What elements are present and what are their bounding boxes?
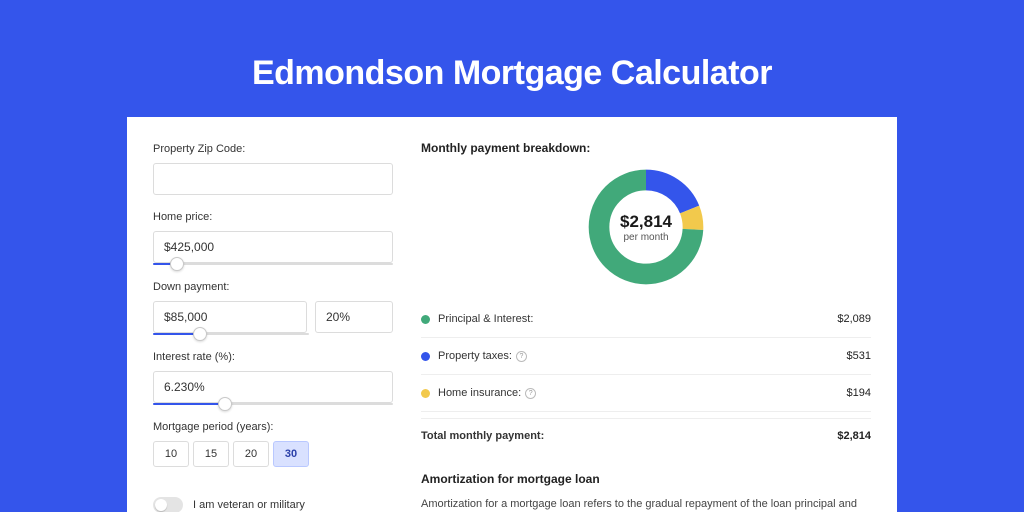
total-label: Total monthly payment: xyxy=(421,430,837,442)
period-block: Mortgage period (years): 10152030 xyxy=(153,419,393,467)
veteran-toggle[interactable] xyxy=(153,497,183,512)
period-option-10[interactable]: 10 xyxy=(153,441,189,467)
period-option-20[interactable]: 20 xyxy=(233,441,269,467)
amortization-title: Amortization for mortgage loan xyxy=(421,472,871,486)
legend-row: Principal & Interest:$2,089 xyxy=(421,303,871,335)
donut-amount: $2,814 xyxy=(620,212,672,232)
rate-slider-fill xyxy=(153,403,225,405)
down-block: Down payment: xyxy=(153,279,393,335)
legend-label: Principal & Interest: xyxy=(438,313,837,325)
donut-chart: $2,814 per month xyxy=(584,165,708,289)
inputs-panel: Property Zip Code: Home price: Down paym… xyxy=(153,141,393,512)
amortization-text: Amortization for a mortgage loan refers … xyxy=(421,496,871,512)
price-slider-thumb[interactable] xyxy=(170,257,184,271)
price-label: Home price: xyxy=(153,211,393,223)
zip-block: Property Zip Code: xyxy=(153,141,393,195)
zip-input[interactable] xyxy=(153,163,393,195)
rate-input[interactable] xyxy=(153,371,393,403)
veteran-row: I am veteran or military xyxy=(153,497,393,512)
period-option-30[interactable]: 30 xyxy=(273,441,309,467)
legend-dot xyxy=(421,352,430,361)
down-slider-thumb[interactable] xyxy=(193,327,207,341)
separator xyxy=(421,411,871,412)
rate-block: Interest rate (%): xyxy=(153,349,393,405)
donut-sub: per month xyxy=(623,232,668,243)
info-icon[interactable]: ? xyxy=(525,388,536,399)
veteran-label: I am veteran or military xyxy=(193,499,305,511)
total-row: Total monthly payment: $2,814 xyxy=(421,418,871,452)
info-icon[interactable]: ? xyxy=(516,351,527,362)
price-block: Home price: xyxy=(153,209,393,265)
down-slider[interactable] xyxy=(153,333,309,335)
legend-label: Property taxes:? xyxy=(438,350,847,362)
breakdown-title: Monthly payment breakdown: xyxy=(421,141,871,155)
down-label: Down payment: xyxy=(153,281,393,293)
legend-value: $194 xyxy=(847,387,871,399)
page-title: Edmondson Mortgage Calculator xyxy=(252,54,772,93)
calculator-card: Property Zip Code: Home price: Down paym… xyxy=(127,117,897,512)
down-amount-input[interactable] xyxy=(153,301,307,333)
zip-label: Property Zip Code: xyxy=(153,143,393,155)
legend-dot xyxy=(421,389,430,398)
rate-label: Interest rate (%): xyxy=(153,351,393,363)
period-option-15[interactable]: 15 xyxy=(193,441,229,467)
breakdown-panel: Monthly payment breakdown: $2,814 per mo… xyxy=(421,141,871,512)
legend: Principal & Interest:$2,089 Property taxe… xyxy=(421,303,871,414)
price-input[interactable] xyxy=(153,231,393,263)
down-percent-input[interactable] xyxy=(315,301,393,333)
period-options: 10152030 xyxy=(153,441,393,467)
donut-center: $2,814 per month xyxy=(584,165,708,289)
donut-wrap: $2,814 per month xyxy=(421,165,871,289)
price-slider[interactable] xyxy=(153,263,393,265)
legend-value: $531 xyxy=(847,350,871,362)
legend-value: $2,089 xyxy=(837,313,871,325)
legend-dot xyxy=(421,315,430,324)
separator xyxy=(421,374,871,375)
veteran-toggle-knob xyxy=(155,499,167,511)
rate-slider[interactable] xyxy=(153,403,393,405)
period-label: Mortgage period (years): xyxy=(153,421,393,433)
legend-label: Home insurance:? xyxy=(438,387,847,399)
total-value: $2,814 xyxy=(837,430,871,442)
separator xyxy=(421,337,871,338)
rate-slider-thumb[interactable] xyxy=(218,397,232,411)
legend-row: Property taxes:?$531 xyxy=(421,340,871,372)
legend-row: Home insurance:?$194 xyxy=(421,377,871,409)
